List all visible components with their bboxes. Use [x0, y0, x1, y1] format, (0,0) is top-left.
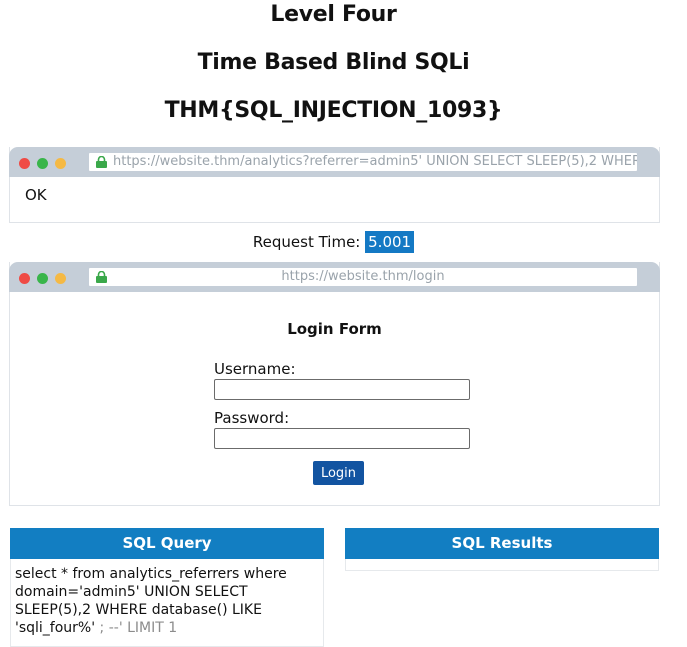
sql-query-header: SQL Query [10, 528, 324, 559]
address-bar[interactable]: https://website.thm/analytics?referrer=a… [89, 153, 637, 171]
lock-icon [96, 156, 107, 168]
login-button[interactable]: Login [313, 461, 364, 485]
minimize-dot-icon[interactable] [55, 158, 66, 169]
close-dot-icon[interactable] [19, 273, 30, 284]
username-label: Username: [214, 360, 296, 378]
sql-results-header: SQL Results [345, 528, 659, 559]
browser-toolbar: https://website.thm/analytics?referrer=a… [9, 147, 660, 177]
address-url: https://website.thm/analytics?referrer=a… [113, 154, 637, 169]
maximize-dot-icon[interactable] [37, 273, 48, 284]
minimize-dot-icon[interactable] [55, 273, 66, 284]
request-time-value: 5.001 [365, 231, 415, 253]
sql-query-text: select * from analytics_referrers where … [11, 559, 323, 637]
address-bar[interactable]: https://website.thm/login [89, 268, 637, 286]
response-text: OK [25, 186, 47, 204]
request-time-label: Request Time: [252, 233, 361, 251]
challenge-subtitle: Time Based Blind SQLi [197, 50, 470, 75]
browser-toolbar: https://website.thm/login [9, 262, 660, 292]
username-input[interactable] [214, 379, 470, 400]
sql-query-comment: ; --' LIMIT 1 [99, 620, 178, 636]
login-form-title: Login Form [287, 320, 382, 338]
login-browser-window: https://website.thm/login Login Form Use… [9, 262, 660, 506]
password-label: Password: [214, 409, 290, 427]
flag-text: THM{SQL_INJECTION_1093} [164, 98, 503, 123]
sql-query-panel: SQL Query select * from analytics_referr… [10, 528, 324, 647]
maximize-dot-icon[interactable] [37, 158, 48, 169]
password-input[interactable] [214, 428, 470, 449]
sql-results-panel: SQL Results [345, 528, 659, 571]
request-time: Request Time: 5.001 [0, 231, 667, 253]
level-title: Level Four [270, 2, 397, 27]
close-dot-icon[interactable] [19, 158, 30, 169]
address-url: https://website.thm/login [281, 269, 445, 284]
analytics-browser-window: https://website.thm/analytics?referrer=a… [9, 147, 660, 223]
